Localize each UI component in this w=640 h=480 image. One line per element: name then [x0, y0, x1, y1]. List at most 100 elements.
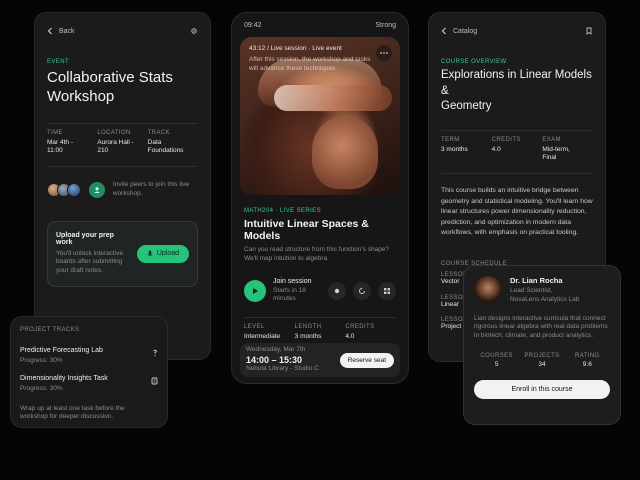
meta-value: Mid-term, Final: [542, 145, 570, 162]
upload-button[interactable]: Upload: [136, 244, 189, 263]
record-button[interactable]: [328, 281, 346, 300]
event-title-line1: Collaborative Stats: [47, 69, 173, 86]
upload-copy: Upload your prep work You'll unlock inte…: [56, 232, 131, 276]
catalog-eyebrow: COURSE OVERVIEW: [441, 59, 507, 65]
enroll-button[interactable]: Enroll in this course: [474, 379, 610, 399]
meta-label: CREDITS: [491, 136, 521, 143]
stat-length: LENGTH 3 months: [295, 324, 346, 342]
info-icon[interactable]: [152, 349, 158, 357]
stat-label: LENGTH: [294, 324, 322, 331]
more-options-button[interactable]: [376, 45, 392, 61]
stat-label: RATING: [575, 352, 600, 359]
track-progress: Progress: 30%: [20, 384, 63, 392]
project-tracks-card: PROJECT TRACKS Predictive Forecasting La…: [10, 316, 168, 428]
catalog-description: This course builds an intuitive bridge b…: [441, 187, 593, 237]
grid-icon: [384, 287, 390, 294]
replay-button[interactable]: [353, 281, 371, 300]
session-phone: 09:42 Strong 43:12 / Live session · Live…: [231, 12, 409, 384]
divider: [47, 122, 198, 124]
track-progress: Progress: 30%: [20, 357, 63, 364]
track-title: Predictive Forecasting Lab: [20, 347, 103, 354]
event-card: Back EVENT Collaborative Stats Workshop …: [34, 12, 211, 360]
avatar-stack: [47, 182, 81, 197]
stat-label: LEVEL: [244, 324, 265, 331]
session-stats: LEVEL Intermediate LENGTH 3 months CREDI…: [244, 324, 396, 342]
join-title: Join session: [273, 277, 312, 285]
stat-label: CREDITS: [345, 324, 375, 331]
reserve-seat-button[interactable]: Reserve seat: [339, 352, 394, 368]
grid-button[interactable]: [378, 281, 396, 300]
add-person-button[interactable]: [89, 181, 105, 198]
stat-label: PROJECTS: [524, 352, 560, 359]
event-eyebrow: EVENT: [47, 59, 70, 65]
stat-value: Intermediate: [244, 333, 281, 341]
instructor-bio: Lian designs interactive curricula that …: [474, 314, 608, 340]
upload-desc: You'll unlock interactive boards after s…: [56, 249, 124, 275]
catalog-meta: TERM 3 months CREDITS 4.0 EXAM Mid-term,…: [441, 137, 593, 164]
stat-level: LEVEL Intermediate: [244, 324, 295, 342]
stat-value: 3 months: [294, 333, 322, 341]
track-title: Dimensionality Insights Task: [20, 374, 108, 382]
back-button[interactable]: Back: [47, 27, 75, 35]
record-icon: [334, 288, 340, 293]
stat-value: 34: [538, 360, 546, 368]
divider: [441, 129, 593, 131]
divider: [47, 166, 198, 168]
hero-face: [312, 117, 378, 189]
catalog-back-button[interactable]: Catalog: [441, 27, 477, 35]
stat-projects: PROJECTS 34: [519, 353, 564, 370]
catalog-meta-credits: CREDITS 4.0: [492, 137, 543, 164]
settings-icon[interactable]: [190, 27, 198, 35]
meta-value: Mar 4th - 11:00: [47, 138, 74, 155]
catalog-back-label: Catalog: [453, 27, 478, 35]
meta-value: 4.0: [491, 145, 501, 153]
upload-panel: Upload your prep work You'll unlock inte…: [47, 220, 198, 287]
join-sub-1: Starts in 18: [273, 286, 306, 294]
track-item[interactable]: Dimensionality Insights Task Progress: 3…: [20, 375, 158, 394]
slot-place: Nebula Library - Studio C: [246, 365, 319, 372]
add-person-icon: [94, 186, 100, 193]
chevron-left-icon: [441, 27, 447, 35]
back-label: Back: [59, 27, 75, 35]
hero-visor: [274, 85, 392, 111]
catalog-title-line1: Explorations in Linear Models &: [441, 69, 592, 97]
event-title: Collaborative Stats Workshop: [47, 69, 198, 107]
event-meta: TIME Mar 4th - 11:00 LOCATION Aurora Hal…: [47, 130, 198, 157]
slot-copy: Wednesday, Mar 7th 14:00 – 15:30 Nebula …: [246, 346, 340, 374]
join-copy: Join session Starts in 18 minutes: [273, 278, 321, 305]
stat-courses: COURSES 5: [474, 353, 519, 370]
catalog-meta-term: TERM 3 months: [441, 137, 492, 164]
instructor-stats: COURSES 5 PROJECTS 34 RATING 9.6: [474, 353, 610, 370]
instructor-card: Dr. Lian Rocha Lead Scientist, NovaLens …: [463, 265, 621, 425]
tracks-header: PROJECT TRACKS: [20, 327, 80, 333]
meta-label: LOCATION: [97, 129, 131, 136]
stat-credits: CREDITS 4.0: [345, 324, 396, 342]
instructor-role: Lead Scientist, NovaLens Analytics Lab: [510, 287, 580, 303]
stat-value: 4.0: [345, 333, 355, 341]
event-meta-time: TIME Mar 4th - 11:00: [47, 130, 97, 157]
event-title-line2: Workshop: [47, 87, 115, 105]
stat-value: 5: [494, 360, 499, 368]
session-eyebrow: MATH204 · LIVE SERIES: [244, 208, 321, 214]
stat-value: 9.6: [582, 360, 592, 368]
hero-image: 43:12 / Live session · Live event After …: [240, 37, 400, 195]
meta-label: TIME: [47, 129, 63, 136]
invite-row: Invite peers to join this live workshop.: [47, 181, 198, 199]
instructor-header: Dr. Lian Rocha Lead Scientist, NovaLens …: [474, 276, 610, 305]
session-title: Intuitive Linear Spaces & Models: [244, 218, 369, 242]
upload-title: Upload your prep work: [56, 231, 114, 246]
hero-caption-2: After this session, the workshop and tas…: [249, 55, 371, 72]
status-signal: Strong: [375, 22, 396, 29]
play-icon: [253, 287, 258, 294]
upload-button-label: Upload: [156, 250, 179, 258]
instructor-avatar: [474, 276, 502, 305]
instructor-name: Dr. Lian Rocha: [510, 276, 563, 285]
link-icon[interactable]: [151, 377, 158, 385]
event-meta-location: LOCATION Aurora Hall - 210: [97, 130, 147, 157]
meta-value: Data Foundations: [147, 138, 184, 155]
bookmark-icon[interactable]: [585, 27, 593, 35]
microphone-icon: [147, 250, 153, 258]
more-icon: [380, 52, 388, 54]
play-button[interactable]: [244, 279, 266, 302]
track-item[interactable]: Predictive Forecasting Lab Progress: 30%: [20, 347, 158, 366]
